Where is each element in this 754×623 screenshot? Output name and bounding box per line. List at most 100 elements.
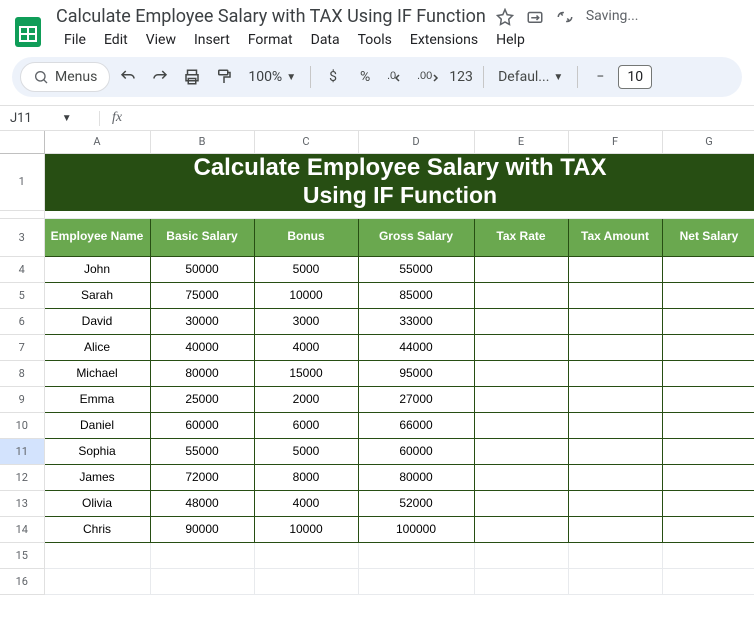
row-header[interactable]: 15 (0, 542, 44, 568)
cell[interactable]: Olivia (44, 490, 150, 516)
cell[interactable]: 8000 (254, 464, 358, 490)
name-box[interactable]: J11 ▼ (0, 111, 100, 126)
cell[interactable]: 100000 (358, 516, 474, 542)
col-header-c[interactable]: C (254, 131, 358, 153)
cell[interactable]: 5000 (254, 256, 358, 282)
cell[interactable] (662, 438, 754, 464)
cell[interactable] (254, 542, 358, 568)
cell[interactable]: 4000 (254, 334, 358, 360)
row-header[interactable]: 6 (0, 308, 44, 334)
cell[interactable]: 30000 (150, 308, 254, 334)
menu-format[interactable]: Format (240, 29, 301, 51)
cell[interactable]: 25000 (150, 386, 254, 412)
cell[interactable] (474, 542, 568, 568)
cell[interactable] (662, 334, 754, 360)
spreadsheet-grid[interactable]: A B C D E F G 1 Calculate Employee Salar… (0, 131, 754, 623)
cell[interactable] (474, 386, 568, 412)
cell[interactable]: Michael (44, 360, 150, 386)
cell[interactable]: 55000 (358, 256, 474, 282)
cell[interactable]: 40000 (150, 334, 254, 360)
row-header[interactable]: 14 (0, 516, 44, 542)
cell[interactable]: 2000 (254, 386, 358, 412)
cell[interactable]: 60000 (150, 412, 254, 438)
cell[interactable] (568, 464, 662, 490)
menu-extensions[interactable]: Extensions (402, 29, 486, 51)
zoom-select[interactable]: 100% ▼ (242, 62, 302, 92)
menu-tools[interactable]: Tools (350, 29, 400, 51)
cell[interactable] (568, 516, 662, 542)
decrease-decimal-button[interactable]: .0 (383, 62, 411, 92)
cell[interactable] (662, 412, 754, 438)
cell[interactable] (474, 464, 568, 490)
cell[interactable]: 60000 (358, 438, 474, 464)
cell[interactable] (568, 412, 662, 438)
table-header[interactable]: Tax Rate (474, 218, 568, 256)
cell[interactable]: 90000 (150, 516, 254, 542)
cell[interactable]: 33000 (358, 308, 474, 334)
paint-format-button[interactable] (210, 62, 238, 92)
menus-search[interactable]: Menus (20, 62, 110, 92)
table-header[interactable]: Tax Amount (568, 218, 662, 256)
cell[interactable]: 52000 (358, 490, 474, 516)
row-header[interactable]: 5 (0, 282, 44, 308)
table-header[interactable]: Bonus (254, 218, 358, 256)
cell[interactable] (568, 490, 662, 516)
cell[interactable]: Emma (44, 386, 150, 412)
menu-file[interactable]: File (56, 29, 94, 51)
row-header[interactable]: 3 (0, 218, 44, 256)
table-header[interactable]: Employee Name (44, 218, 150, 256)
cell[interactable]: 10000 (254, 282, 358, 308)
row-header[interactable]: 16 (0, 568, 44, 594)
col-header-a[interactable]: A (44, 131, 150, 153)
cell[interactable] (568, 360, 662, 386)
cell[interactable]: 75000 (150, 282, 254, 308)
cell[interactable] (568, 438, 662, 464)
menu-view[interactable]: View (138, 29, 184, 51)
row-header[interactable] (0, 210, 44, 218)
cell[interactable]: 80000 (358, 464, 474, 490)
menu-data[interactable]: Data (303, 29, 348, 51)
font-select[interactable]: Defaul... ▼ (492, 62, 569, 92)
cell[interactable]: 72000 (150, 464, 254, 490)
cell[interactable] (568, 308, 662, 334)
cell[interactable] (568, 256, 662, 282)
cell[interactable]: James (44, 464, 150, 490)
row-header[interactable]: 11 (0, 438, 44, 464)
cell[interactable]: 3000 (254, 308, 358, 334)
row-header[interactable]: 9 (0, 386, 44, 412)
cell[interactable]: 10000 (254, 516, 358, 542)
currency-button[interactable]: $ (319, 62, 347, 92)
sheets-logo-icon[interactable] (8, 12, 48, 52)
row-header[interactable]: 8 (0, 360, 44, 386)
table-header[interactable]: Basic Salary (150, 218, 254, 256)
cell[interactable]: 50000 (150, 256, 254, 282)
cell[interactable]: Sarah (44, 282, 150, 308)
cell[interactable] (568, 334, 662, 360)
cell[interactable]: 95000 (358, 360, 474, 386)
document-title[interactable]: Calculate Employee Salary with TAX Using… (56, 6, 486, 27)
cell[interactable] (358, 542, 474, 568)
move-icon[interactable] (526, 8, 544, 26)
col-header-b[interactable]: B (150, 131, 254, 153)
increase-decimal-button[interactable]: .00 (415, 62, 443, 92)
col-header-f[interactable]: F (568, 131, 662, 153)
row-header[interactable]: 13 (0, 490, 44, 516)
cloud-status-icon[interactable] (556, 8, 574, 26)
font-size-input[interactable]: 10 (618, 65, 652, 89)
cell[interactable] (474, 308, 568, 334)
cell[interactable]: Daniel (44, 412, 150, 438)
cell[interactable] (662, 568, 754, 594)
cell[interactable]: 44000 (358, 334, 474, 360)
menu-edit[interactable]: Edit (96, 29, 136, 51)
row-header[interactable]: 7 (0, 334, 44, 360)
cell[interactable]: 5000 (254, 438, 358, 464)
cell[interactable] (662, 516, 754, 542)
number-format-button[interactable]: 123 (447, 62, 475, 92)
cell[interactable] (474, 438, 568, 464)
print-button[interactable] (178, 62, 206, 92)
cell[interactable]: David (44, 308, 150, 334)
banner-cell[interactable]: Calculate Employee Salary with TAX Using… (44, 153, 754, 210)
redo-button[interactable] (146, 62, 174, 92)
table-header[interactable]: Gross Salary (358, 218, 474, 256)
cell[interactable] (474, 282, 568, 308)
